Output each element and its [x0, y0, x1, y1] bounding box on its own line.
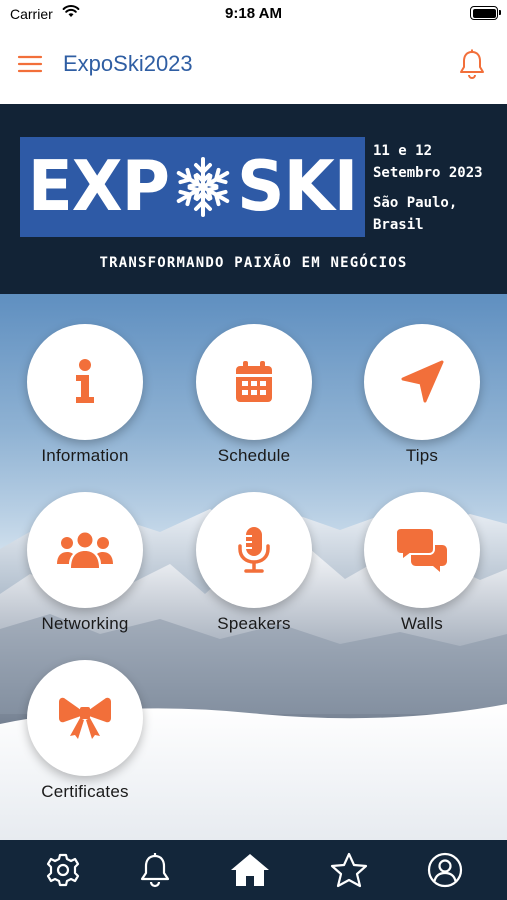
- bell-icon: [140, 853, 170, 888]
- event-date-line1: 11 e 12: [373, 143, 433, 159]
- clock: 9:18 AM: [225, 5, 282, 22]
- tab-notifications[interactable]: [135, 850, 175, 890]
- tab-home[interactable]: [230, 850, 270, 890]
- notifications-bell-icon[interactable]: [457, 48, 487, 80]
- ribbon-bow-icon: [27, 660, 143, 776]
- gear-icon: [46, 853, 80, 887]
- menu-tile-label: Speakers: [217, 614, 291, 633]
- menu-tile-label: Tips: [405, 446, 439, 465]
- event-tagline: TRANSFORMANDO PAIXÃO EM NEGÓCIOS: [99, 255, 408, 271]
- calendar-icon: [196, 324, 312, 440]
- status-bar: Carrier 9:18 AM: [0, 0, 507, 28]
- menu-tile-networking[interactable]: Networking: [27, 492, 143, 642]
- menu-tile-tips[interactable]: Tips: [364, 324, 480, 474]
- event-banner: EXP SKI 11 e 12 Setembro 2023 São Paulo,…: [0, 104, 507, 294]
- user-profile-icon: [427, 852, 463, 888]
- exposki-logo: EXP SKI: [20, 137, 365, 237]
- logo-text-right: SKI: [237, 146, 358, 227]
- menu-tile-label: Walls: [401, 614, 443, 633]
- menu-tile-schedule[interactable]: Schedule: [196, 324, 312, 474]
- event-date-line2: Setembro 2023: [373, 165, 483, 181]
- menu-tile-label: Certificates: [41, 782, 129, 801]
- app-bar: ExpoSki2023: [0, 28, 507, 104]
- menu-tile-label: Schedule: [217, 446, 291, 465]
- bottom-tab-bar: [0, 840, 507, 900]
- menu-tile-walls[interactable]: Walls: [364, 492, 480, 642]
- menu-tile-label: Information: [41, 446, 129, 465]
- logo-text-left: EXP: [27, 146, 170, 227]
- app-title: ExpoSki2023: [63, 51, 193, 76]
- tab-favorites[interactable]: [329, 850, 369, 890]
- star-icon: [330, 852, 368, 888]
- chat-bubbles-icon: [364, 492, 480, 608]
- menu-tile-label: Networking: [41, 614, 129, 633]
- home-icon: [231, 854, 269, 886]
- tab-settings[interactable]: [43, 850, 83, 890]
- location-arrow-icon: [364, 324, 480, 440]
- menu-tile-certificates[interactable]: Certificates: [27, 660, 143, 810]
- tab-profile[interactable]: [425, 850, 465, 890]
- snowflake-icon: [173, 154, 233, 220]
- event-location-line2: Brasil: [373, 217, 424, 233]
- main-menu: Information Schedule Tips Networking Spe…: [0, 294, 507, 840]
- microphone-icon: [196, 492, 312, 608]
- menu-tile-speakers[interactable]: Speakers: [196, 492, 312, 642]
- event-info: 11 e 12 Setembro 2023 São Paulo, Brasil: [373, 140, 483, 236]
- battery-icon: [470, 6, 501, 20]
- info-icon: [27, 324, 143, 440]
- event-location-line1: São Paulo,: [373, 195, 458, 211]
- menu-tile-information[interactable]: Information: [27, 324, 143, 474]
- people-group-icon: [27, 492, 143, 608]
- hamburger-menu-icon[interactable]: [16, 52, 44, 76]
